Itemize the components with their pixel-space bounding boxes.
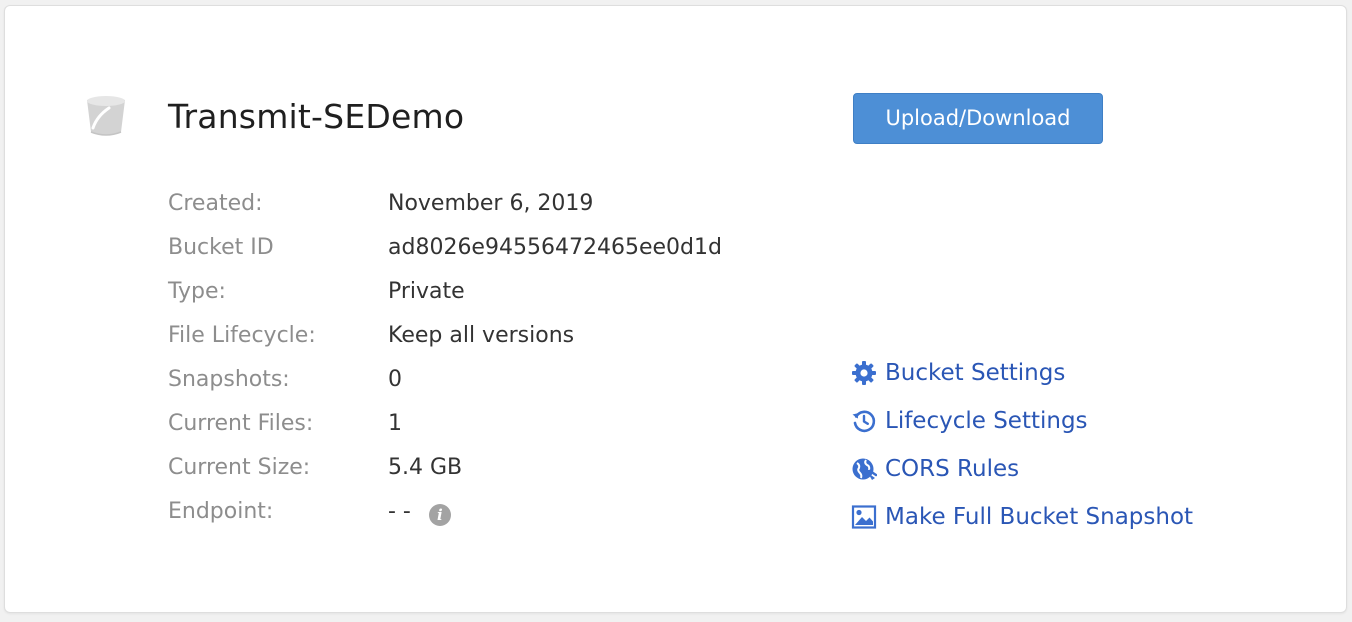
globe-icon: [852, 458, 877, 480]
detail-label: Endpoint:: [168, 499, 274, 524]
detail-value: 0: [388, 367, 402, 392]
detail-value: 5.4 GB: [388, 455, 463, 480]
bucket-details: Created: November 6, 2019 Bucket ID ad80…: [168, 182, 808, 534]
detail-label: Current Files:: [168, 411, 314, 436]
upload-download-button[interactable]: Upload/Download: [853, 93, 1103, 144]
detail-label: Type:: [168, 279, 226, 304]
history-icon: [852, 410, 876, 433]
detail-label: File Lifecycle:: [168, 323, 316, 348]
cors-rules-link[interactable]: CORS Rules: [851, 445, 1271, 493]
image-icon: [851, 505, 877, 529]
detail-row-bucket-id: Bucket ID ad8026e94556472465ee0d1d: [168, 226, 808, 270]
bucket-name: Transmit-SEDemo: [168, 97, 465, 136]
bucket-settings-link[interactable]: Bucket Settings: [851, 349, 1271, 397]
lifecycle-settings-link[interactable]: Lifecycle Settings: [851, 397, 1271, 445]
detail-row-file-lifecycle: File Lifecycle: Keep all versions: [168, 314, 808, 358]
detail-value: 1: [388, 411, 402, 436]
detail-label: Created:: [168, 191, 263, 216]
detail-row-endpoint: Endpoint: - - i: [168, 490, 808, 534]
detail-value: ad8026e94556472465ee0d1d: [388, 235, 722, 260]
detail-label: Bucket ID: [168, 235, 274, 260]
detail-row-snapshots: Snapshots: 0: [168, 358, 808, 402]
action-label: Lifecycle Settings: [885, 408, 1088, 434]
bucket-card: Transmit-SEDemo Upload/Download Created:…: [4, 5, 1347, 613]
detail-value: November 6, 2019: [388, 191, 594, 216]
detail-value: Keep all versions: [388, 323, 575, 348]
make-full-bucket-snapshot-link[interactable]: Make Full Bucket Snapshot: [851, 493, 1271, 541]
detail-row-created: Created: November 6, 2019: [168, 182, 808, 226]
detail-label: Current Size:: [168, 455, 311, 480]
action-label: Make Full Bucket Snapshot: [885, 504, 1194, 530]
bucket-actions: Bucket Settings Lifecycle Settings CORS …: [851, 349, 1271, 541]
detail-value-endpoint: - -i: [388, 490, 451, 534]
gear-icon: [852, 361, 876, 385]
detail-value: Private: [388, 279, 465, 304]
action-label: CORS Rules: [885, 456, 1020, 482]
detail-row-current-size: Current Size: 5.4 GB: [168, 446, 808, 490]
detail-label: Snapshots:: [168, 367, 290, 392]
detail-row-current-files: Current Files: 1: [168, 402, 808, 446]
action-label: Bucket Settings: [885, 360, 1066, 386]
endpoint-value: - -: [388, 499, 411, 524]
bucket-icon: [87, 96, 125, 136]
info-icon[interactable]: i: [428, 504, 451, 526]
detail-row-type: Type: Private: [168, 270, 808, 314]
